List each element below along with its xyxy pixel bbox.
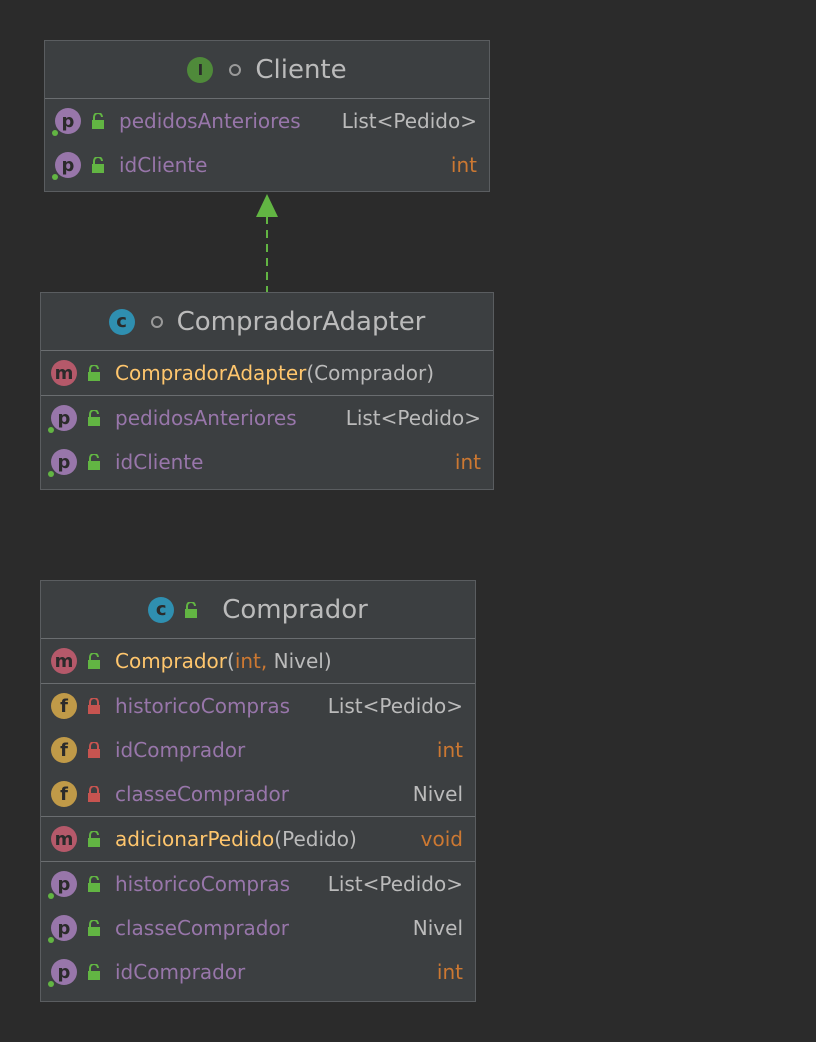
class-icon: c: [148, 596, 175, 623]
interface-cliente-header: I Cliente: [45, 41, 489, 99]
class-title: CompradorAdapter: [176, 306, 426, 337]
property-row[interactable]: p pedidosAnteriores List<Pedido>: [45, 99, 489, 143]
class-comprador-header: c Comprador: [41, 581, 475, 639]
unlocked-lock-icon: [92, 113, 104, 129]
property-type: List<Pedido>: [327, 872, 463, 896]
constructor-name: CompradorAdapter: [115, 361, 307, 385]
constructor-row[interactable]: m CompradorAdapter ( Comprador ): [41, 351, 493, 395]
paren-close: ): [348, 827, 357, 851]
unlocked-lock-icon: [88, 454, 100, 470]
constructor-param-int: int: [234, 649, 261, 673]
paren-open: (: [274, 827, 283, 851]
field-row[interactable]: f historicoCompras List<Pedido>: [41, 684, 475, 728]
unlocked-lock-icon: [88, 831, 100, 847]
property-row[interactable]: p idCliente int: [41, 440, 493, 484]
method-return-type: void: [420, 827, 463, 851]
constructor-param: Comprador: [314, 361, 427, 385]
class-title: Comprador: [222, 594, 368, 625]
property-type: int: [454, 450, 481, 474]
unlocked-lock-icon: [88, 365, 100, 381]
property-type: Nivel: [412, 916, 463, 940]
unlocked-lock-icon: [88, 410, 100, 426]
interface-cliente[interactable]: I Cliente p pedidosAnteriores List<Pedid…: [44, 40, 490, 192]
constructors-section: m Comprador ( int , Nivel ): [41, 639, 475, 684]
property-type: List<Pedido>: [341, 109, 477, 133]
fields-section: f historicoCompras List<Pedido> f idComp…: [41, 684, 475, 817]
method-row[interactable]: m adicionarPedido ( Pedido ) void: [41, 817, 475, 861]
method-param: Pedido: [282, 827, 349, 851]
package-visibility-icon: [229, 63, 242, 76]
property-name: pedidosAnteriores: [115, 406, 297, 430]
properties-section: p pedidosAnteriores List<Pedido> p idCli…: [45, 99, 489, 187]
field-type: int: [436, 738, 463, 762]
constructors-section: m CompradorAdapter ( Comprador ): [41, 351, 493, 396]
property-row[interactable]: p historicoCompras List<Pedido>: [41, 862, 475, 906]
unlocked-lock-icon: [88, 964, 100, 980]
property-type: int: [436, 960, 463, 984]
locked-lock-icon: [88, 742, 100, 758]
property-icon: p: [48, 915, 77, 943]
property-icon: p: [48, 449, 77, 477]
method-icon: m: [51, 360, 77, 386]
field-row[interactable]: f idComprador int: [41, 728, 475, 772]
paren-open: (: [227, 649, 235, 673]
locked-lock-icon: [88, 698, 100, 714]
unlocked-lock-icon: [88, 653, 100, 669]
field-icon: f: [51, 737, 77, 763]
field-name: historicoCompras: [115, 694, 291, 718]
unlocked-lock-icon: [92, 157, 104, 173]
paren-close: ): [426, 361, 434, 385]
methods-section: m adicionarPedido ( Pedido ) void: [41, 817, 475, 862]
unlocked-lock-icon: [185, 601, 198, 618]
class-icon: c: [108, 308, 135, 335]
property-row[interactable]: p classeComprador Nivel: [41, 906, 475, 950]
paren-open: (: [306, 361, 315, 385]
method-name: adicionarPedido: [115, 827, 275, 851]
property-icon: p: [52, 152, 81, 180]
property-name: idCliente: [119, 153, 208, 177]
property-name: pedidosAnteriores: [119, 109, 301, 133]
field-row[interactable]: f classeComprador Nivel: [41, 772, 475, 816]
paren-close: ): [323, 649, 332, 673]
property-name: idComprador: [115, 960, 246, 984]
properties-section: p pedidosAnteriores List<Pedido> p idCli…: [41, 396, 493, 484]
package-visibility-icon: [150, 315, 163, 328]
method-icon: m: [51, 648, 77, 674]
property-row[interactable]: p pedidosAnteriores List<Pedido>: [41, 396, 493, 440]
method-icon: m: [51, 826, 77, 852]
properties-section: p historicoCompras List<Pedido> p classe…: [41, 862, 475, 994]
property-row[interactable]: p idComprador int: [41, 950, 475, 994]
constructor-row[interactable]: m Comprador ( int , Nivel ): [41, 639, 475, 683]
locked-lock-icon: [88, 786, 100, 802]
property-icon: p: [48, 405, 77, 433]
property-row[interactable]: p idCliente int: [45, 143, 489, 187]
property-name: classeComprador: [115, 916, 289, 940]
property-icon: p: [48, 959, 77, 987]
constructor-name: Comprador: [115, 649, 228, 673]
property-type: List<Pedido>: [345, 406, 481, 430]
field-name: idComprador: [115, 738, 246, 762]
unlocked-lock-icon: [88, 876, 100, 892]
field-type: List<Pedido>: [327, 694, 463, 718]
field-type: Nivel: [412, 782, 463, 806]
interface-title: Cliente: [255, 54, 347, 85]
field-name: classeComprador: [115, 782, 289, 806]
property-type: int: [450, 153, 477, 177]
property-icon: p: [52, 108, 81, 136]
field-icon: f: [51, 781, 77, 807]
property-name: historicoCompras: [115, 872, 291, 896]
property-icon: p: [48, 871, 77, 899]
constructor-param-nivel: Nivel: [267, 649, 324, 673]
class-comprador-adapter[interactable]: c CompradorAdapter m CompradorAdapter ( …: [40, 292, 494, 490]
property-name: idCliente: [115, 450, 204, 474]
unlocked-lock-icon: [88, 920, 100, 936]
field-icon: f: [51, 693, 77, 719]
interface-icon: I: [187, 56, 214, 83]
class-comprador[interactable]: c Comprador m Comprador ( int , Nivel ) …: [40, 580, 476, 1002]
class-adapter-header: c CompradorAdapter: [41, 293, 493, 351]
